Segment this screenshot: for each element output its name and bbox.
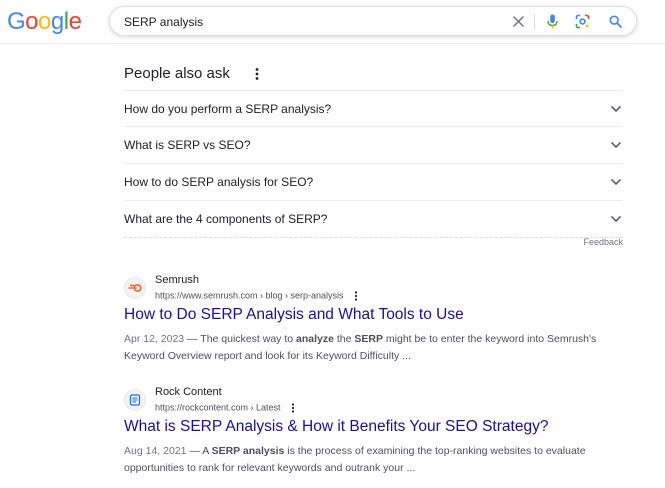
- result-site-name[interactable]: Semrush: [155, 274, 199, 286]
- paa-question: How do you perform a SERP analysis?: [124, 101, 332, 116]
- semrush-icon[interactable]: [124, 277, 146, 299]
- result-date: Aug 14, 2021: [124, 445, 187, 457]
- microphone-icon[interactable]: [544, 13, 561, 30]
- result-snippet: Apr 12, 2023 — The quickest way to analy…: [124, 331, 624, 365]
- result-title-link[interactable]: How to Do SERP Analysis and What Tools t…: [124, 306, 464, 324]
- header: Google: [0, 0, 665, 44]
- paa-item[interactable]: How to do SERP analysis for SEO?: [124, 164, 623, 201]
- search-divider: [534, 14, 535, 30]
- logo-letter-e: e: [68, 8, 82, 35]
- search-icon[interactable]: [607, 13, 624, 30]
- more-options-icon[interactable]: [289, 402, 297, 414]
- rock-content-icon[interactable]: [124, 389, 146, 411]
- chevron-down-icon: [609, 102, 623, 116]
- paa-question: What are the 4 components of SERP?: [124, 212, 328, 226]
- close-icon[interactable]: [510, 13, 527, 30]
- snippet-highlight: analyze: [296, 333, 334, 345]
- logo-letter-o2: o: [38, 8, 51, 35]
- snippet-text: the: [333, 333, 355, 345]
- result-date: Apr 12, 2023: [124, 333, 185, 345]
- search-input[interactable]: [124, 12, 504, 31]
- paa-item[interactable]: What is SERP vs SEO?: [124, 127, 623, 164]
- paa-item[interactable]: What are the 4 components of SERP?: [124, 201, 623, 238]
- lens-icon[interactable]: [574, 13, 591, 30]
- chevron-down-icon: [609, 175, 623, 189]
- snippet-text: — The quickest way to: [184, 333, 296, 345]
- feedback-link[interactable]: Feedback: [560, 237, 623, 247]
- paa-title: People also ask: [124, 65, 230, 82]
- more-options-icon[interactable]: [252, 66, 262, 82]
- result-url-text[interactable]: https://www.semrush.com › blog › serp-an…: [155, 290, 344, 300]
- paa-question: How to do SERP analysis for SEO?: [124, 175, 314, 189]
- paa-list: How do you perform a SERP analysis? What…: [124, 90, 623, 238]
- result-snippet: Aug 14, 2021 — A SERP analysis is the pr…: [124, 443, 624, 477]
- result-site-name[interactable]: Rock Content: [155, 386, 222, 398]
- result-title-link[interactable]: What is SERP Analysis & How it Benefits …: [124, 418, 548, 436]
- logo-letter-o1: o: [25, 8, 39, 35]
- snippet-text: — A: [186, 445, 212, 457]
- snippet-highlight: SERP: [354, 333, 383, 345]
- result-url: https://www.semrush.com › blog › serp-an…: [155, 290, 360, 302]
- logo-letter-g2: g: [50, 8, 64, 35]
- search-box: [109, 6, 637, 36]
- result-url: https://rockcontent.com › Latest: [155, 402, 297, 414]
- more-options-icon[interactable]: [352, 290, 360, 302]
- snippet-highlight: SERP analysis: [211, 445, 285, 457]
- google-logo[interactable]: Google: [7, 8, 82, 35]
- paa-item[interactable]: How do you perform a SERP analysis?: [124, 90, 623, 127]
- result-url-text[interactable]: https://rockcontent.com › Latest: [155, 402, 281, 412]
- logo-letter-g: G: [7, 8, 26, 35]
- chevron-down-icon: [609, 138, 623, 152]
- paa-question: What is SERP vs SEO?: [124, 138, 251, 152]
- chevron-down-icon: [609, 212, 623, 226]
